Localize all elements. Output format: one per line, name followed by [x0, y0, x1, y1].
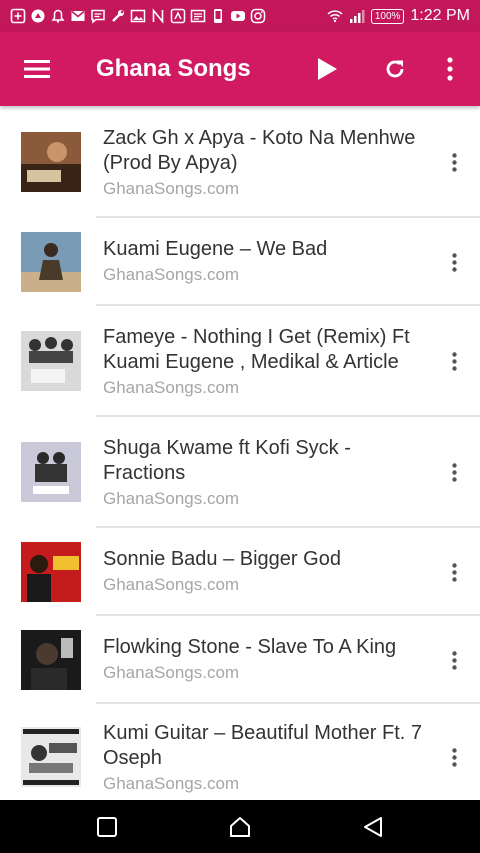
notification-icon — [50, 8, 66, 24]
more-vert-icon — [447, 57, 453, 81]
album-art — [21, 331, 81, 391]
item-overflow-button[interactable] — [442, 742, 466, 772]
app-bar: Ghana Songs — [0, 32, 480, 106]
status-indicators: 100% 1:22 PM — [327, 0, 470, 32]
song-source: GhanaSongs.com — [103, 663, 240, 682]
phone-icon — [210, 8, 226, 24]
more-vert-icon — [451, 351, 457, 371]
instagram-icon — [250, 8, 266, 24]
album-art — [21, 727, 81, 787]
menu-button[interactable] — [20, 54, 54, 84]
refresh-icon — [386, 60, 404, 78]
wrench-icon — [110, 8, 126, 24]
signal-icon — [349, 8, 365, 24]
item-overflow-button[interactable] — [442, 457, 466, 487]
more-vert-icon — [451, 747, 457, 767]
recent-apps-button[interactable] — [92, 812, 122, 842]
list-item[interactable]: Kumi Guitar – Beautiful Mother Ft. 7 Ose… — [0, 704, 480, 800]
battery-indicator: 100% — [370, 8, 405, 24]
song-source: GhanaSongs.com — [103, 774, 240, 793]
gmail-icon — [70, 8, 86, 24]
song-list[interactable]: Zack Gh x Apya - Koto Na Menhwe (Prod By… — [0, 106, 480, 800]
song-title: Zack Gh x Apya - Koto Na Menhwe (Prod By… — [103, 127, 416, 174]
song-source: GhanaSongs.com — [103, 265, 240, 284]
n-icon — [150, 8, 166, 24]
overflow-menu-button[interactable] — [433, 52, 467, 86]
image-icon — [130, 8, 146, 24]
album-art — [21, 630, 81, 690]
add-box-icon — [10, 8, 26, 24]
song-title: Shuga Kwame ft Kofi Syck - Fractions — [103, 437, 351, 484]
album-art — [21, 442, 81, 502]
square-icon — [97, 817, 117, 837]
list-item[interactable]: Kuami Eugene – We Bad GhanaSongs.com — [0, 218, 480, 306]
item-overflow-button[interactable] — [442, 346, 466, 376]
item-overflow-button[interactable] — [442, 557, 466, 587]
album-art — [21, 542, 81, 602]
song-title: Kumi Guitar – Beautiful Mother Ft. 7 Ose… — [103, 722, 423, 769]
hamburger-menu-icon — [24, 60, 50, 78]
home-button[interactable] — [225, 812, 255, 842]
album-art — [21, 232, 81, 292]
song-source: GhanaSongs.com — [103, 378, 240, 397]
song-source: GhanaSongs.com — [103, 179, 240, 198]
more-vert-icon — [451, 562, 457, 582]
news-icon — [190, 8, 206, 24]
song-source: GhanaSongs.com — [103, 575, 240, 594]
more-vert-icon — [451, 252, 457, 272]
app-icon — [30, 8, 46, 24]
back-button[interactable] — [358, 812, 388, 842]
item-overflow-button[interactable] — [442, 247, 466, 277]
item-overflow-button[interactable] — [442, 645, 466, 675]
home-icon — [230, 817, 250, 837]
status-bar: 100% 1:22 PM — [0, 0, 480, 32]
clock: 1:22 PM — [410, 7, 470, 24]
wifi-icon — [327, 8, 343, 24]
song-title: Flowking Stone - Slave To A King — [103, 636, 397, 658]
song-title: Sonnie Badu – Bigger God — [103, 548, 341, 570]
list-item[interactable]: Fameye - Nothing I Get (Remix) Ft Kuami … — [0, 306, 480, 417]
play-icon — [318, 58, 337, 80]
list-item[interactable]: Zack Gh x Apya - Koto Na Menhwe (Prod By… — [0, 106, 480, 218]
app-title: Ghana Songs — [96, 55, 251, 82]
youtube-icon — [230, 8, 246, 24]
list-item[interactable]: Sonnie Badu – Bigger God GhanaSongs.com — [0, 528, 480, 616]
message-icon — [90, 8, 106, 24]
app2-icon — [170, 8, 186, 24]
more-vert-icon — [451, 650, 457, 670]
back-triangle-icon — [364, 817, 382, 837]
notification-icons — [0, 8, 266, 24]
song-title: Fameye - Nothing I Get (Remix) Ft Kuami … — [103, 326, 410, 373]
item-overflow-button[interactable] — [442, 147, 466, 177]
list-item[interactable]: Flowking Stone - Slave To A King GhanaSo… — [0, 616, 480, 704]
play-button[interactable] — [310, 52, 344, 86]
list-item[interactable]: Shuga Kwame ft Kofi Syck - Fractions Gha… — [0, 417, 480, 528]
album-art — [21, 132, 81, 192]
song-title: Kuami Eugene – We Bad — [103, 238, 328, 260]
more-vert-icon — [451, 152, 457, 172]
song-source: GhanaSongs.com — [103, 489, 240, 508]
refresh-button[interactable] — [378, 52, 412, 86]
more-vert-icon — [451, 462, 457, 482]
system-navigation-bar — [0, 800, 480, 853]
